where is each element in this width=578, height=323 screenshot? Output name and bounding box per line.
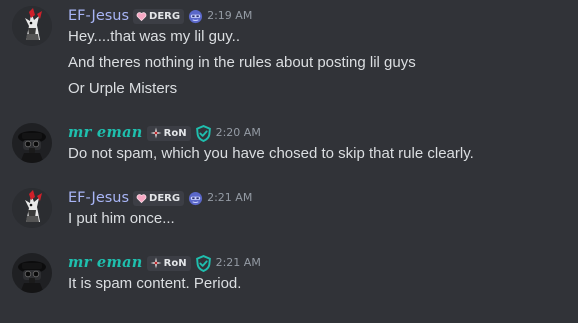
username[interactable]: mr eman xyxy=(68,124,143,142)
compass-star-icon xyxy=(150,127,162,139)
server-tag-label: RoN xyxy=(163,127,187,139)
message-text: It is spam content. Period. xyxy=(68,275,242,292)
message-header: mr eman RoN 2:21 AM xyxy=(68,254,261,272)
avatar[interactable] xyxy=(12,253,52,293)
server-tag-label: DERG xyxy=(149,192,181,204)
message-header: EF-Jesus DERG 2:21 AM xyxy=(68,189,252,207)
message-header: mr eman RoN 2:20 AM xyxy=(68,124,261,142)
message-text: Hey....that was my lil guy.. xyxy=(68,28,240,45)
avatar[interactable] xyxy=(12,6,52,46)
avatar[interactable] xyxy=(12,123,52,163)
dragon-avatar-icon xyxy=(12,6,52,46)
message-text: And theres nothing in the rules about po… xyxy=(68,54,416,71)
timestamp[interactable]: 2:21 AM xyxy=(207,189,252,207)
compass-star-icon xyxy=(150,257,162,269)
server-tag[interactable]: DERG xyxy=(133,190,185,206)
server-tag-label: RoN xyxy=(163,257,187,269)
username[interactable]: EF-Jesus xyxy=(68,189,129,207)
gasmask-avatar-icon xyxy=(12,123,52,163)
username[interactable]: EF-Jesus xyxy=(68,7,129,25)
server-tag[interactable]: RoN xyxy=(146,255,191,271)
blue-face-icon[interactable] xyxy=(188,9,203,24)
timestamp[interactable]: 2:19 AM xyxy=(207,7,252,25)
heart-icon xyxy=(136,11,147,21)
server-tag-label: DERG xyxy=(149,10,181,22)
message-text: I put him once... xyxy=(68,210,175,227)
avatar[interactable] xyxy=(12,188,52,228)
username[interactable]: mr eman xyxy=(68,254,143,272)
server-tag[interactable]: DERG xyxy=(133,8,185,24)
timestamp[interactable]: 2:20 AM xyxy=(216,124,261,142)
blue-face-icon[interactable] xyxy=(188,191,203,206)
message-header: EF-Jesus DERG 2:19 AM xyxy=(68,7,252,25)
chat-messages: EF-Jesus DERG 2:19 AM Hey....that was my… xyxy=(0,0,578,323)
server-tag[interactable]: RoN xyxy=(146,125,191,141)
dragon-avatar-icon xyxy=(12,188,52,228)
shield-check-icon[interactable] xyxy=(195,254,212,272)
message-text: Or Urple Misters xyxy=(68,80,178,97)
gasmask-avatar-icon xyxy=(12,253,52,293)
heart-icon xyxy=(136,193,147,203)
message-text: Do not spam, which you have chosed to sk… xyxy=(68,145,474,162)
timestamp[interactable]: 2:21 AM xyxy=(216,254,261,272)
shield-check-icon[interactable] xyxy=(195,124,212,142)
